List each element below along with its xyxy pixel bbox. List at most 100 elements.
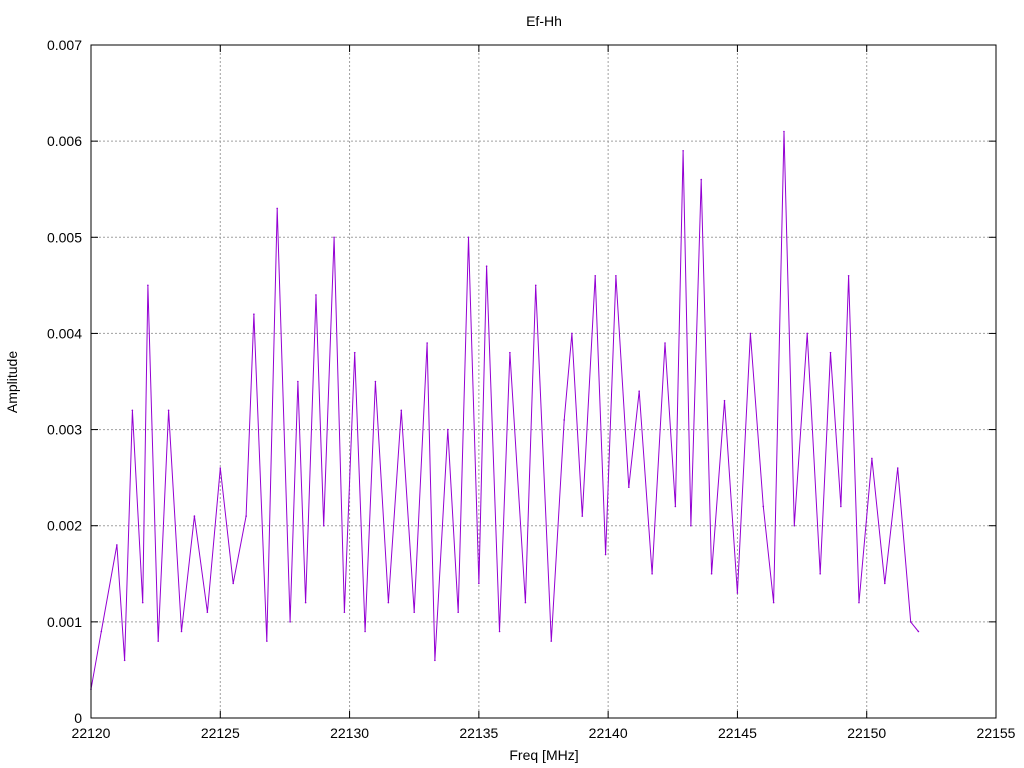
data-point <box>550 640 553 642</box>
data-point <box>467 236 470 239</box>
y-tick-label: 0.006 <box>47 133 82 149</box>
grid-lines <box>91 45 996 718</box>
data-point <box>167 409 170 412</box>
data-point <box>116 544 118 546</box>
data-point <box>289 621 291 623</box>
data-point <box>896 467 899 469</box>
data-point <box>253 313 255 316</box>
data-point <box>457 611 459 614</box>
data-point <box>682 149 684 152</box>
data-point <box>615 274 617 277</box>
data-point <box>628 486 630 489</box>
chart-title: Ef-Hh <box>526 13 562 29</box>
data-point <box>297 380 299 383</box>
x-tick-label: 22145 <box>718 725 757 741</box>
data-point <box>364 630 366 633</box>
data-point <box>141 601 144 604</box>
data-point <box>343 611 346 614</box>
series-line <box>90 131 919 690</box>
x-tick-label: 22140 <box>589 725 628 741</box>
data-point <box>917 630 920 633</box>
data-point <box>193 515 196 517</box>
data-point <box>700 178 703 181</box>
data-point <box>387 601 390 604</box>
data-point <box>131 409 134 412</box>
data-point <box>333 236 335 239</box>
data-point <box>266 640 268 642</box>
data-point <box>847 274 850 277</box>
data-point <box>180 630 183 633</box>
data-point <box>276 207 278 210</box>
y-tick-labels: 0 0.001 0.002 0.003 0.004 0.005 0.006 0.007 <box>47 37 82 726</box>
data-point <box>413 611 416 614</box>
data-point <box>509 351 511 354</box>
data-point <box>147 284 149 287</box>
data-point <box>772 601 775 604</box>
data-point <box>604 553 607 556</box>
series-group <box>90 130 920 690</box>
data-point <box>232 582 235 585</box>
x-tick-label: 22125 <box>201 725 240 741</box>
data-point <box>806 332 809 335</box>
amplitude-chart: Ef-Hh 22120 22125 22130 22135 22140 22145 2215… <box>4 13 1016 763</box>
data-point <box>664 342 666 344</box>
y-tick-label: 0.005 <box>47 229 82 245</box>
data-point <box>206 611 209 614</box>
data-point <box>374 380 377 383</box>
data-point <box>829 351 832 354</box>
y-axis-label: Amplitude <box>4 351 20 413</box>
plot-frame <box>90 44 997 719</box>
data-point <box>571 332 573 335</box>
data-point <box>710 572 713 575</box>
data-point <box>100 630 103 633</box>
x-tick-label: 22135 <box>459 725 498 741</box>
data-point <box>353 351 356 354</box>
y-tick-label: 0 <box>74 710 82 726</box>
data-point <box>581 515 584 517</box>
data-point <box>723 399 726 402</box>
data-point <box>245 515 247 517</box>
data-point <box>447 428 449 431</box>
data-point <box>485 265 488 267</box>
data-point <box>304 601 307 604</box>
data-point <box>219 467 222 469</box>
x-tick-labels: 22120 22125 22130 22135 22140 22145 22150 22155 <box>72 725 1016 741</box>
data-point <box>858 601 860 604</box>
data-point <box>524 601 527 604</box>
data-point <box>819 572 821 575</box>
data-point <box>749 332 752 335</box>
y-tick-label: 0.004 <box>47 325 82 341</box>
data-point <box>793 524 796 527</box>
data-point <box>498 630 501 633</box>
data-point <box>651 572 653 575</box>
data-point <box>762 505 765 508</box>
data-point <box>123 659 126 662</box>
data-point <box>563 419 565 421</box>
y-tick-label: 0.007 <box>47 37 82 53</box>
data-point <box>322 524 325 527</box>
data-point <box>884 582 886 585</box>
data-point <box>871 457 873 460</box>
data-point <box>736 592 739 594</box>
data-point <box>157 640 160 642</box>
y-tick-label: 0.001 <box>47 614 82 630</box>
data-point <box>594 274 597 277</box>
data-point <box>638 390 640 392</box>
x-tick-label: 22150 <box>847 725 886 741</box>
data-point <box>426 342 428 344</box>
data-point <box>534 284 537 287</box>
x-tick-label: 22120 <box>72 725 111 741</box>
data-point <box>434 659 436 662</box>
data-point <box>478 582 480 585</box>
y-tick-label: 0.002 <box>47 518 82 534</box>
data-point <box>674 505 677 508</box>
data-point <box>400 409 403 412</box>
x-tick-label: 22130 <box>330 725 369 741</box>
y-tick-label: 0.003 <box>47 422 82 438</box>
x-tick-label: 22155 <box>977 725 1016 741</box>
data-point <box>909 621 912 623</box>
data-point <box>315 294 317 296</box>
data-point <box>840 505 842 508</box>
x-axis-label: Freq [MHz] <box>509 747 578 763</box>
data-point <box>783 130 785 133</box>
